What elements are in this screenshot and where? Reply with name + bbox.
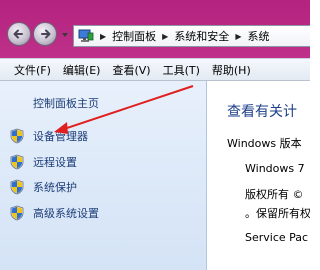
uac-shield-icon <box>10 205 24 221</box>
breadcrumb-separator[interactable]: ▶ <box>235 32 241 41</box>
back-arrow-icon <box>13 29 23 39</box>
task-label: 系统保护 <box>33 181 77 194</box>
windows-edition-label: Windows 版本 <box>227 137 302 150</box>
copyright-line: 版权所有 © <box>245 188 304 201</box>
recent-pages-dropdown[interactable] <box>61 31 69 39</box>
system-info-pane: 查看有关计 Windows 版本 Windows 7 版权所有 © 。保留所有权… <box>208 81 310 270</box>
forward-arrow-icon <box>41 29 51 39</box>
breadcrumb-system-and-security[interactable]: 系统和安全 <box>174 28 229 44</box>
breadcrumb-separator[interactable]: ▶ <box>100 32 106 41</box>
computer-icon <box>78 29 94 42</box>
uac-shield-icon <box>10 179 24 195</box>
uac-shield-icon <box>10 128 24 144</box>
back-button[interactable] <box>7 22 31 46</box>
uac-shield-icon <box>10 154 24 170</box>
breadcrumb-system[interactable]: 系统 <box>247 28 269 44</box>
task-label: 设备管理器 <box>33 130 88 143</box>
menu-bar: 文件(F) 编辑(E) 查看(V) 工具(T) 帮助(H) <box>0 58 310 81</box>
task-remote-settings[interactable]: 远程设置 <box>9 154 77 170</box>
task-pane: 控制面板主页 设备管理器 远程设置 系统保护 高级系统设置 <box>0 81 207 270</box>
task-label: 远程设置 <box>33 156 77 169</box>
forward-button[interactable] <box>33 22 57 46</box>
content-area: 控制面板主页 设备管理器 远程设置 系统保护 高级系统设置 查看有关计 Wind… <box>0 81 310 270</box>
menu-help[interactable]: 帮助(H) <box>206 62 257 78</box>
service-pack-label: Service Pac <box>245 231 309 244</box>
address-bar[interactable]: ▶ 控制面板 ▶ 系统和安全 ▶ 系统 <box>73 25 310 47</box>
task-label: 高级系统设置 <box>33 207 99 220</box>
breadcrumb-separator[interactable]: ▶ <box>162 32 168 41</box>
rights-reserved-line: 。保留所有权 <box>245 207 310 220</box>
task-system-protection[interactable]: 系统保护 <box>9 179 77 195</box>
page-title: 查看有关计 <box>227 104 297 120</box>
control-panel-home-link[interactable]: 控制面板主页 <box>33 95 99 111</box>
system-window: ▶ 控制面板 ▶ 系统和安全 ▶ 系统 文件(F) 编辑(E) 查看(V) 工具… <box>0 0 310 270</box>
navigation-bar: ▶ 控制面板 ▶ 系统和安全 ▶ 系统 <box>0 18 310 56</box>
task-advanced-system-settings[interactable]: 高级系统设置 <box>9 205 99 221</box>
breadcrumb-control-panel[interactable]: 控制面板 <box>112 28 156 44</box>
menu-edit[interactable]: 编辑(E) <box>57 62 107 78</box>
task-device-manager[interactable]: 设备管理器 <box>9 128 88 144</box>
menu-tools[interactable]: 工具(T) <box>157 62 206 78</box>
windows-name: Windows 7 <box>245 162 305 175</box>
menu-view[interactable]: 查看(V) <box>106 62 156 78</box>
menu-file[interactable]: 文件(F) <box>0 62 57 78</box>
